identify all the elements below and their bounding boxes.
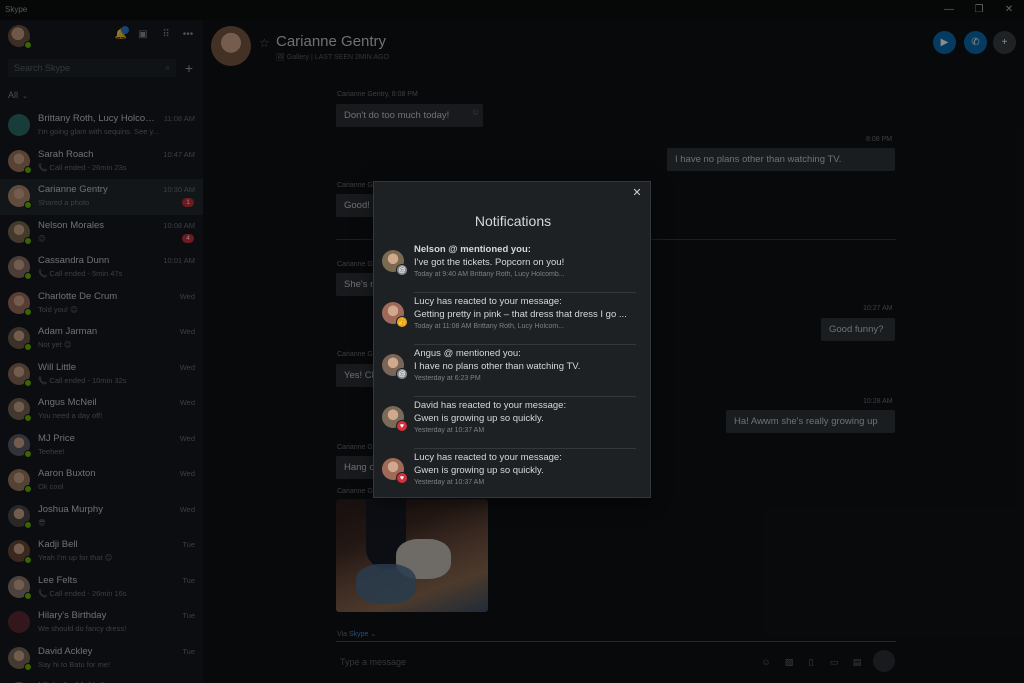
heart-icon: ♥ <box>396 472 408 484</box>
notification-meta: Today at 9:40 AM Brittany Roth, Lucy Hol… <box>414 271 565 278</box>
notification-item[interactable]: 👍 Lucy has reacted to your message: Gettin… <box>380 294 636 345</box>
notification-heading: Nelson @ mentioned you: <box>414 244 531 255</box>
notification-body: I have no plans other than watching TV. <box>414 361 581 372</box>
divider <box>414 292 636 293</box>
notification-meta: Today at 11:08 AM Brittany Roth, Lucy Ho… <box>414 323 565 330</box>
notification-item[interactable]: ♥ Lucy has reacted to your message: Gwen i… <box>380 450 636 501</box>
thumbs-up-icon: 👍 <box>396 316 408 328</box>
notification-heading: Angus @ mentioned you: <box>414 348 521 359</box>
notification-item[interactable]: @ Angus @ mentioned you: I have no plans o… <box>380 346 636 397</box>
divider <box>414 396 636 397</box>
notification-heading: Lucy has reacted to your message: <box>414 452 562 463</box>
heart-icon: ♥ <box>396 420 408 432</box>
notifications-panel: ✕ Notifications @ Nelson @ mentioned you:… <box>373 181 651 498</box>
notification-heading: David has reacted to your message: <box>414 400 567 411</box>
notification-meta: Yesterday at 10:37 AM <box>414 427 485 434</box>
notification-body: Getting pretty in pink – that dress that… <box>414 309 627 320</box>
close-icon[interactable]: ✕ <box>630 186 644 200</box>
notification-body: Gwen is growing up so quickly. <box>414 413 544 424</box>
notification-meta: Yesterday at 6:23 PM <box>414 375 481 382</box>
mention-icon: @ <box>396 264 408 276</box>
notification-heading: Lucy has reacted to your message: <box>414 296 562 307</box>
notification-body: I've got the tickets. Popcorn on you! <box>414 257 565 268</box>
notifications-title: Notifications <box>474 213 552 229</box>
notification-body: Gwen is growing up so quickly. <box>414 465 544 476</box>
divider <box>414 448 636 449</box>
notification-meta: Yesterday at 10:37 AM <box>414 479 485 486</box>
mention-icon: @ <box>396 368 408 380</box>
notification-item[interactable]: @ Nelson @ mentioned you: I've got the tic… <box>380 242 636 293</box>
notification-item[interactable]: ♥ David has reacted to your message: Gwen … <box>380 398 636 449</box>
divider <box>414 344 636 345</box>
